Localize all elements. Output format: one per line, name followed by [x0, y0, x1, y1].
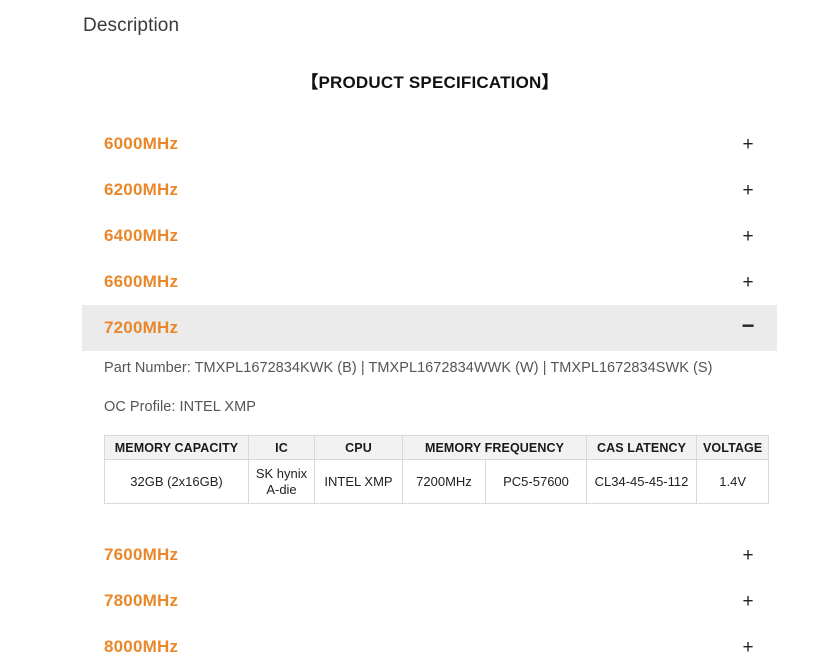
accordion-item-6200mhz: 6200MHz + — [82, 167, 777, 213]
cell-voltage: 1.4V — [695, 459, 770, 504]
accordion-label: 7200MHz — [104, 318, 179, 337]
spec-table-container: MEMORY CAPACITY IC CPU MEMORY FREQUENCY … — [104, 435, 777, 504]
part-number-text: Part Number: TMXPL1672834KWK (B) | TMXPL… — [104, 360, 713, 376]
cell-memory-speed: PC5-57600 — [485, 459, 587, 504]
accordion-header-7800mhz[interactable]: 7800MHz + — [82, 578, 777, 624]
panel-bottom-spacer — [104, 504, 777, 532]
col-header-voltage: VOLTAGE — [695, 435, 770, 460]
cell-memory-capacity: 32GB (2x16GB) — [104, 459, 249, 504]
cell-ic: SK hynix A-die — [248, 459, 315, 504]
accordion-header-7200mhz[interactable]: 7200MHz − — [82, 305, 777, 351]
accordion-label: 7800MHz — [104, 591, 179, 610]
table-body: 32GB (2x16GB) SK hynix A-die INTEL XMP 7… — [104, 459, 770, 504]
accordion-item-8000mhz: 8000MHz + — [82, 624, 777, 670]
table-head: MEMORY CAPACITY IC CPU MEMORY FREQUENCY … — [104, 435, 770, 460]
plus-icon[interactable]: + — [741, 227, 755, 246]
accordion-label: 6200MHz — [104, 180, 179, 199]
plus-icon[interactable]: + — [741, 181, 755, 200]
accordion-label: 6400MHz — [104, 226, 179, 245]
accordion-label: 6600MHz — [104, 272, 179, 291]
plus-icon[interactable]: + — [741, 546, 755, 565]
col-header-memory-frequency: MEMORY FREQUENCY — [402, 435, 587, 460]
cell-cas-latency: CL34-45-45-112 — [586, 459, 697, 504]
description-page: Description 【PRODUCT SPECIFICATION】 6000… — [0, 0, 817, 667]
accordion-header-6400mhz[interactable]: 6400MHz + — [82, 213, 777, 259]
accordion-item-6400mhz: 6400MHz + — [82, 213, 777, 259]
frequency-accordion: 6000MHz + 6200MHz + 6400MHz + 6600MHz + — [82, 121, 777, 670]
accordion-header-6600mhz[interactable]: 6600MHz + — [82, 259, 777, 305]
plus-icon[interactable]: + — [741, 273, 755, 292]
table-header-row: MEMORY CAPACITY IC CPU MEMORY FREQUENCY … — [104, 435, 770, 460]
accordion-item-7600mhz: 7600MHz + — [82, 532, 777, 578]
plus-icon[interactable]: + — [741, 638, 755, 657]
accordion-item-6000mhz: 6000MHz + — [82, 121, 777, 167]
oc-profile-text: OC Profile: INTEL XMP — [104, 399, 256, 415]
cell-memory-frequency: 7200MHz — [402, 459, 486, 504]
col-header-cpu: CPU — [314, 435, 403, 460]
accordion-header-6000mhz[interactable]: 6000MHz + — [82, 121, 777, 167]
cell-cpu-link[interactable]: INTEL XMP — [314, 459, 403, 504]
accordion-header-7600mhz[interactable]: 7600MHz + — [82, 532, 777, 578]
plus-icon[interactable]: + — [741, 135, 755, 154]
accordion-label: 6000MHz — [104, 134, 179, 153]
col-header-cas-latency: CAS LATENCY — [586, 435, 697, 460]
accordion-panel-7200mhz: Part Number: TMXPL1672834KWK (B) | TMXPL… — [82, 360, 777, 532]
accordion-label: 8000MHz — [104, 637, 179, 656]
product-specification-title: 【PRODUCT SPECIFICATION】 — [301, 73, 559, 92]
table-row: 32GB (2x16GB) SK hynix A-die INTEL XMP 7… — [104, 459, 770, 504]
accordion-header-8000mhz[interactable]: 8000MHz + — [82, 624, 777, 670]
plus-icon[interactable]: + — [741, 592, 755, 611]
accordion-label: 7600MHz — [104, 545, 179, 564]
page-title: Description — [83, 15, 180, 36]
memory-spec-table: MEMORY CAPACITY IC CPU MEMORY FREQUENCY … — [104, 435, 770, 504]
accordion-header-6200mhz[interactable]: 6200MHz + — [82, 167, 777, 213]
minus-icon[interactable]: − — [741, 315, 755, 337]
col-header-ic: IC — [248, 435, 315, 460]
accordion-item-6600mhz: 6600MHz + — [82, 259, 777, 305]
accordion-item-7800mhz: 7800MHz + — [82, 578, 777, 624]
accordion-item-7200mhz: 7200MHz − Part Number: TMXPL1672834KWK (… — [82, 305, 777, 532]
col-header-memory-capacity: MEMORY CAPACITY — [104, 435, 249, 460]
